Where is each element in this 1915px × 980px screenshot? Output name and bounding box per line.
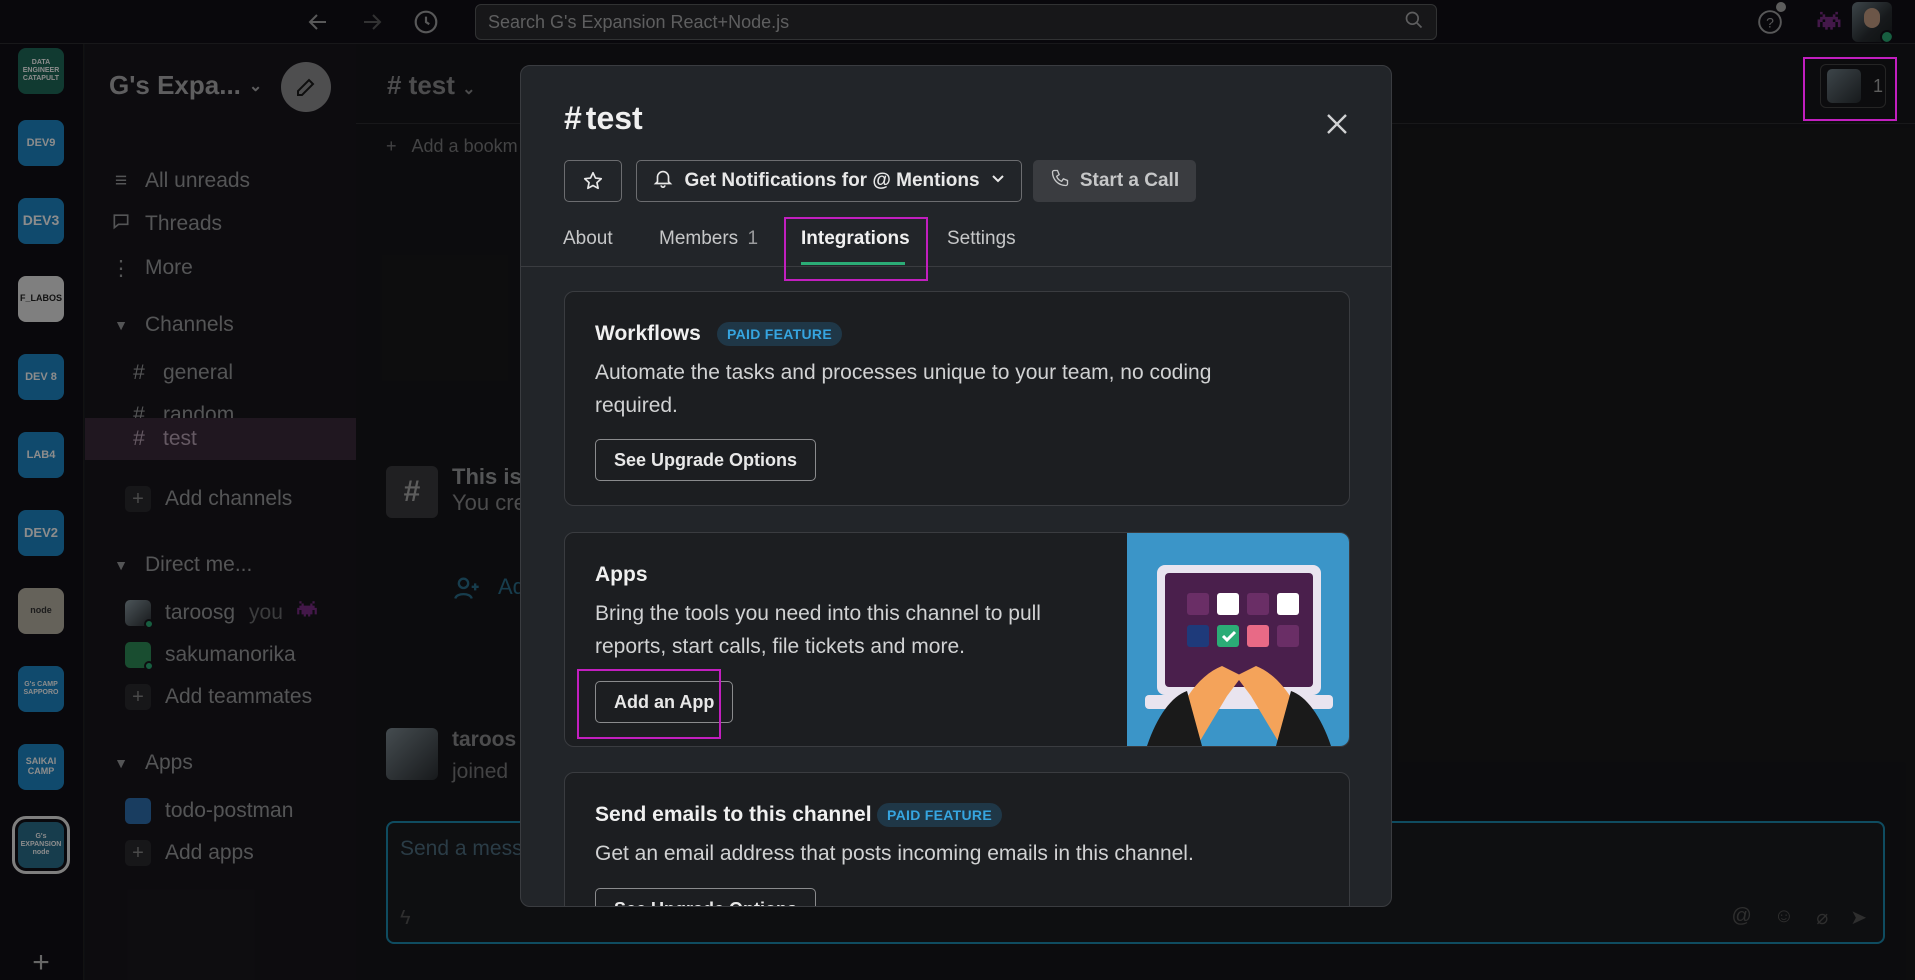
card-description-line: Bring the tools you need into this chann… (595, 602, 1041, 625)
card-title: Send emails to this channel (595, 803, 872, 826)
modal-title: # test (564, 100, 643, 137)
see-upgrade-options-button[interactable]: See Upgrade Options (595, 439, 817, 481)
tab-members-label: Members (659, 228, 739, 249)
phone-icon (1050, 168, 1070, 194)
close-icon[interactable] (1319, 106, 1355, 142)
tab-members-count: 1 (747, 228, 759, 249)
active-tab-indicator (801, 262, 905, 265)
modal-hash: # (564, 100, 582, 136)
star-button[interactable] (564, 160, 622, 202)
paid-feature-badge: PAID FEATURE (717, 322, 842, 346)
card-description-line: Automate the tasks and processes unique … (595, 361, 1212, 384)
tab-members[interactable]: Members 1 (659, 228, 758, 250)
tab-integrations[interactable]: Integrations (801, 228, 910, 250)
card-description: Get an email address that posts incoming… (595, 842, 1194, 865)
add-an-app-button[interactable]: Add an App (595, 681, 734, 723)
channel-details-modal: # test Get Notifications for @ Mentions S… (520, 65, 1392, 907)
tab-about[interactable]: About (563, 228, 613, 250)
card-description: Bring the tools you need into this chann… (595, 597, 1041, 663)
modal-title-label: test (585, 100, 643, 136)
send-emails-card: Send emails to this channel PAID FEATURE… (564, 772, 1350, 906)
start-call-button[interactable]: Start a Call (1033, 160, 1196, 202)
card-description-line: required. (595, 394, 678, 417)
bell-icon (652, 167, 674, 195)
see-upgrade-options-button[interactable]: See Upgrade Options (595, 888, 817, 906)
card-title: Workflows (595, 322, 701, 345)
laptop-apps-illustration (1127, 533, 1349, 746)
star-icon (583, 171, 603, 190)
apps-card: Apps Bring the tools you need into this … (564, 532, 1350, 747)
notifications-button[interactable]: Get Notifications for @ Mentions (636, 160, 1022, 202)
start-call-label: Start a Call (1079, 170, 1180, 191)
notifications-label: Get Notifications for @ Mentions (684, 170, 980, 191)
paid-feature-badge: PAID FEATURE (877, 803, 1002, 827)
modal-tabs: About Members 1 Integrations Settings (521, 216, 1391, 267)
workflows-card: Workflows PAID FEATURE Automate the task… (564, 291, 1350, 506)
card-title: Apps (595, 563, 648, 586)
card-description: Automate the tasks and processes unique … (595, 356, 1211, 422)
chevron-down-icon (990, 170, 1006, 192)
card-description-line: reports, start calls, file tickets and m… (595, 635, 965, 658)
tab-settings[interactable]: Settings (947, 228, 1016, 250)
